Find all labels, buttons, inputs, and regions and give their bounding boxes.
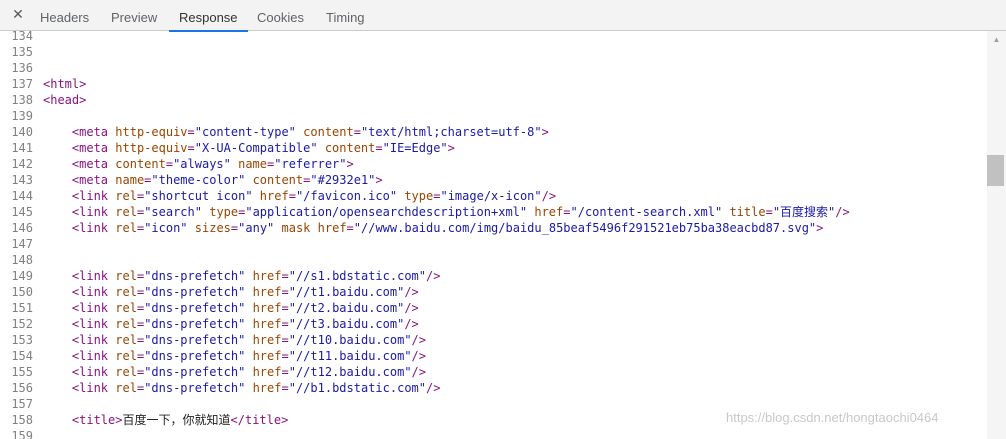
devtools-tab-bar: ✕ Headers Preview Response Cookies Timin… [0,0,1006,32]
line-number: 152 [11,317,33,331]
line-number: 146 [11,221,33,235]
code-text: <link rel="shortcut icon" href="/favicon… [71,189,557,203]
scroll-up-arrow-icon[interactable]: ▲ [987,33,1006,47]
vertical-scrollbar[interactable] [987,31,1006,439]
line-number: 147 [11,237,33,251]
line-number: 136 [11,61,33,75]
code-text: <link rel="icon" sizes="any" mask href="… [71,221,824,235]
code-text: <link rel="dns-prefetch" href="//s1.bdst… [71,269,441,283]
line-number: 142 [11,157,33,171]
line-number: 135 [11,45,33,59]
line-number: 137 [11,77,33,91]
code-text: <link rel="dns-prefetch" href="//t10.bai… [71,333,426,347]
line-number: 155 [11,365,33,379]
code-text: <link rel="dns-prefetch" href="//b1.bdst… [71,381,441,395]
code-text: <meta content="always" name="referrer"> [71,157,354,171]
tab-cookies[interactable]: Cookies [257,0,304,31]
response-code-view[interactable]: 134 135 136 137 <html> 138 <head> 139 140 <meta … [0,31,987,439]
line-number: 138 [11,93,33,107]
watermark: https://blog.csdn.net/hongtaochi0464 [726,410,939,425]
line-number: 156 [11,381,33,395]
line-number: 154 [11,349,33,363]
code-text: <link rel="dns-prefetch" href="//t3.baid… [71,317,419,331]
line-number: 151 [11,301,33,315]
line-number: 144 [11,189,33,203]
line-number: 158 [11,413,33,427]
line-number: 140 [11,125,33,139]
line-number: 139 [11,109,33,123]
code-text: <link rel="dns-prefetch" href="//t11.bai… [71,349,426,363]
line-number: 141 [11,141,33,155]
code-text: <meta http-equiv="X-UA-Compatible" conte… [71,141,455,155]
tab-preview[interactable]: Preview [111,0,157,31]
code-text: <title>百度一下，你就知道</title> [71,413,289,427]
code-text: <head> [43,93,87,107]
code-text: <link rel="dns-prefetch" href="//t1.baid… [71,285,419,299]
close-icon[interactable]: ✕ [11,7,25,21]
code-text: <html> [43,77,87,91]
tab-timing[interactable]: Timing [326,0,365,31]
code-text: <link rel="dns-prefetch" href="//t2.baid… [71,301,419,315]
code-text: <link rel="dns-prefetch" href="//t12.bai… [71,365,426,379]
code-text: <meta name="theme-color" content="#2932e… [71,173,383,187]
line-number: 148 [11,253,33,267]
tab-response[interactable]: Response [169,0,248,32]
tab-headers[interactable]: Headers [40,0,89,31]
line-number: 134 [11,31,33,43]
line-number: 157 [11,397,33,411]
scrollbar-thumb[interactable] [987,155,1004,186]
code-text: <link rel="search" type="application/ope… [71,205,850,219]
line-number: 143 [11,173,33,187]
code-text: <meta http-equiv="content-type" content=… [71,125,549,139]
line-number: 150 [11,285,33,299]
line-number: 145 [11,205,33,219]
line-number: 153 [11,333,33,347]
line-number: 149 [11,269,33,283]
line-number: 159 [11,429,33,439]
